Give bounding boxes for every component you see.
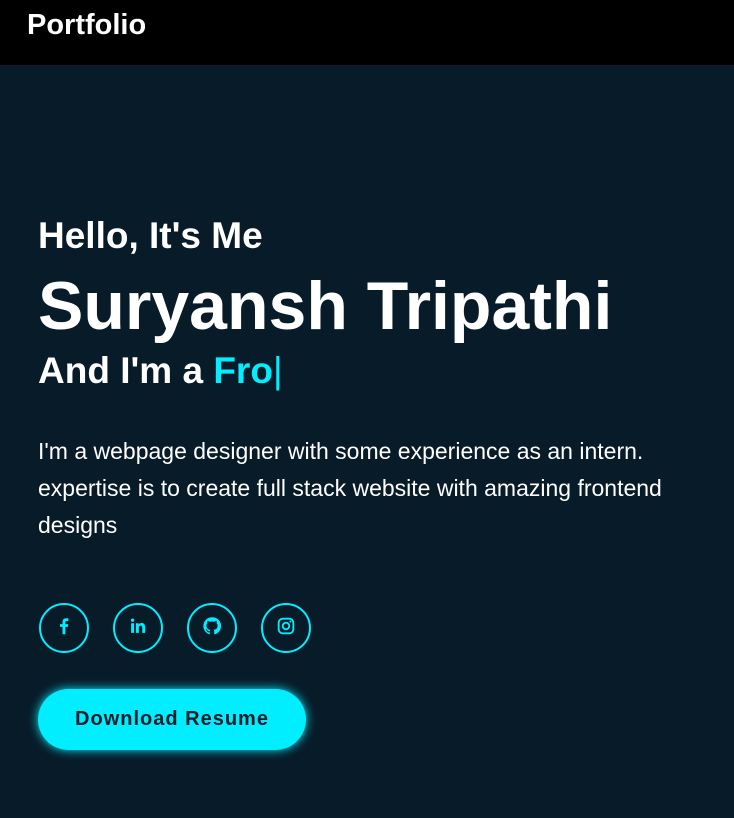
linkedin-icon [127,615,149,642]
logo[interactable]: Portfolio [27,7,146,43]
hero-section: Hello, It's Me Suryansh Tripathi And I'm… [0,65,734,818]
bio-text: I'm a webpage designer with some experie… [38,438,662,538]
role-typed-text: Fro [213,350,273,391]
facebook-icon [53,615,75,642]
social-links [39,603,311,653]
instagram-link[interactable] [261,603,311,653]
hero-name: Suryansh Tripathi [38,268,613,344]
navbar: Portfolio [0,0,734,65]
facebook-link[interactable] [39,603,89,653]
role-text: And I'm a Fro| [38,349,283,393]
instagram-icon [275,615,297,642]
greeting-text: Hello, It's Me [38,215,263,256]
role-prefix: And I'm a [38,350,214,391]
linkedin-link[interactable] [113,603,163,653]
github-link[interactable] [187,603,237,653]
github-icon [201,615,223,642]
typing-cursor: | [272,350,283,391]
download-resume-button[interactable]: Download Resume [38,689,306,750]
